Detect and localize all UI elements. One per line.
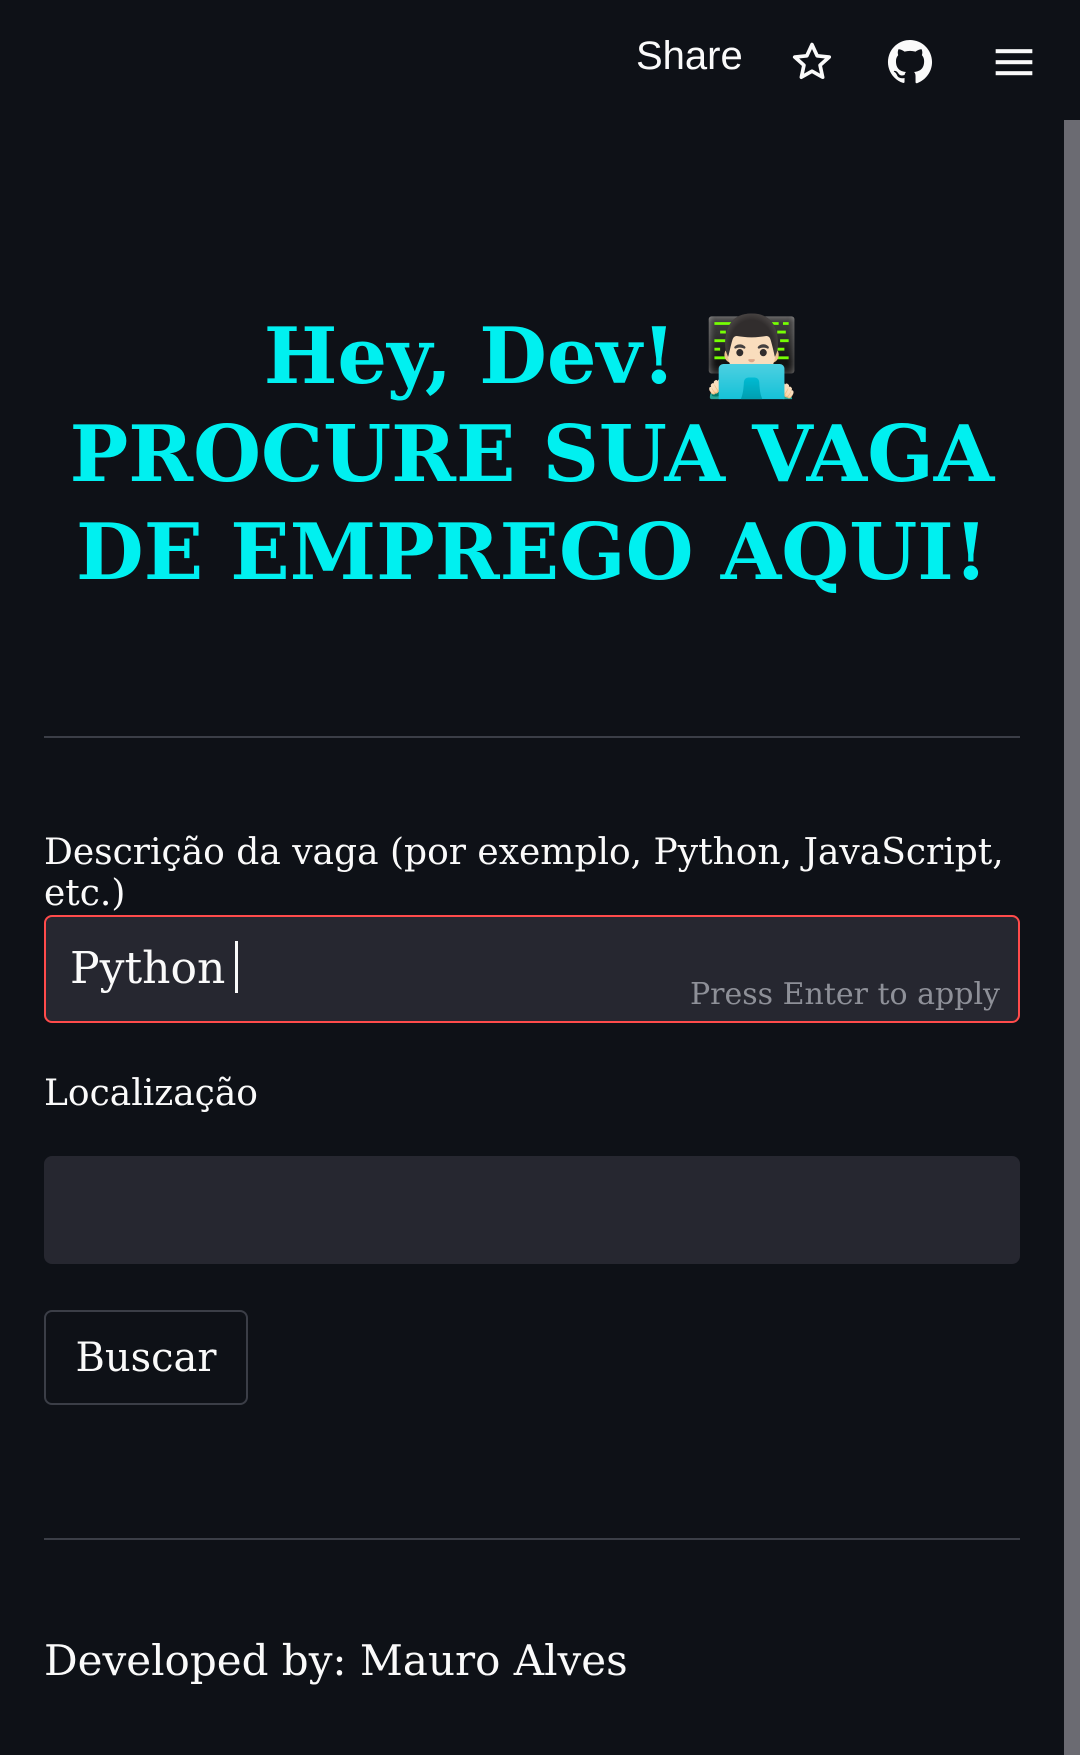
text-caret — [235, 941, 239, 993]
menu-icon[interactable] — [990, 38, 1038, 86]
job-description-input[interactable]: Python Press Enter to apply — [44, 915, 1020, 1023]
location-label: Localização — [44, 1073, 258, 1114]
share-button[interactable]: Share — [636, 34, 743, 79]
job-description-label: Descrição da vaga (por exemplo, Python, … — [44, 832, 1004, 914]
top-toolbar: Share — [0, 0, 1064, 120]
press-enter-hint: Press Enter to apply — [689, 977, 1000, 1012]
location-input[interactable] — [44, 1156, 1020, 1264]
github-icon[interactable] — [886, 38, 934, 86]
divider-top — [44, 736, 1020, 738]
search-button[interactable]: Buscar — [44, 1310, 248, 1405]
job-description-value: Python — [70, 941, 239, 994]
star-icon[interactable] — [788, 38, 836, 86]
page-scrollbar[interactable] — [1064, 120, 1080, 1755]
divider-bottom — [44, 1538, 1020, 1540]
page-title: Hey, Dev! 👨🏻‍💻 PROCURE SUA VAGA DE EMPRE… — [69, 311, 995, 598]
footer-credit: Developed by: Mauro Alves — [44, 1636, 628, 1685]
